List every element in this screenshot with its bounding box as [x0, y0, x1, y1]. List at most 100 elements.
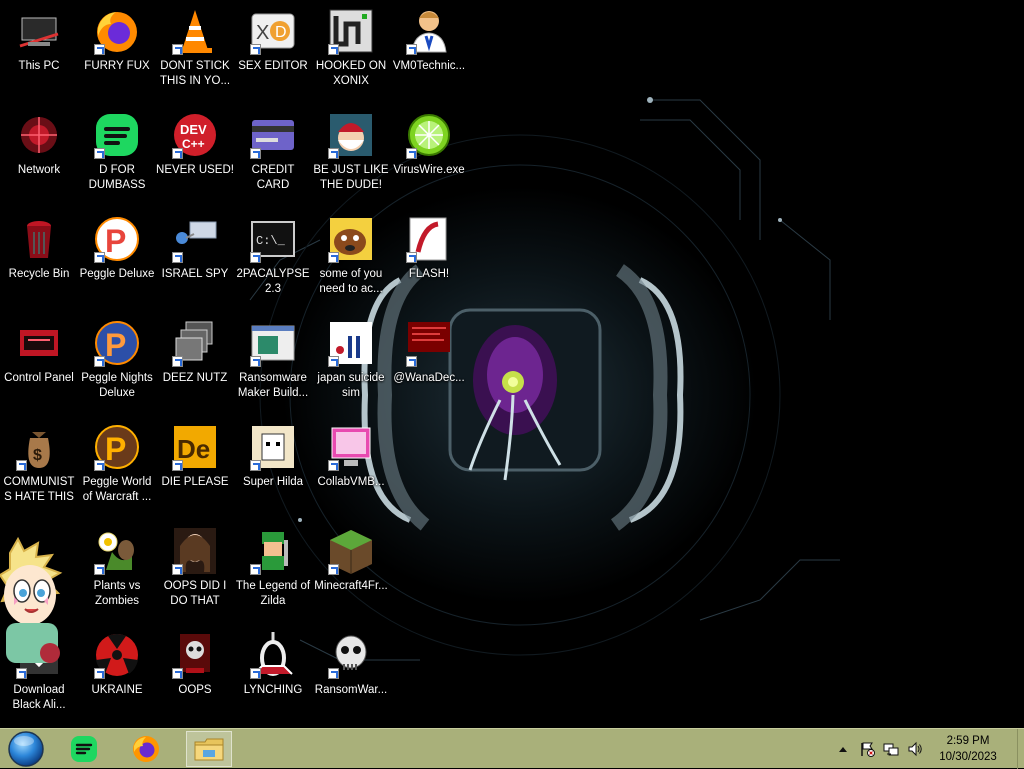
- desktop-icon[interactable]: CollabVMB...: [312, 416, 390, 520]
- desktop-icon[interactable]: DONT STICK THIS IN YO...: [156, 0, 234, 104]
- desktop-icon[interactable]: P Peggle Nights Deluxe: [78, 312, 156, 416]
- shortcut-arrow-icon: [328, 564, 339, 575]
- shortcut-arrow-icon: [94, 44, 105, 55]
- desktop-icon[interactable]: VirusWire.exe: [390, 104, 468, 208]
- desktop-icon[interactable]: CREDIT CARD CHECKER: [234, 104, 312, 208]
- desktop-icon[interactable]: @WanaDec...: [390, 312, 468, 416]
- desktop-icon-label: 2PACALYPSE 2.3: [236, 268, 310, 295]
- start-orb-icon: [8, 731, 44, 767]
- desktop[interactable]: This PC FURRY FUX DONT STICK THIS IN YO...…: [0, 0, 1024, 728]
- file-explorer-taskbar-icon: [194, 738, 224, 761]
- desktop-icon[interactable]: HOOKED ON XONIX: [312, 0, 390, 104]
- desktop-icon-label: The Legend of Zilda: [235, 580, 311, 607]
- spy-icon: [170, 214, 220, 264]
- shortcut-arrow-icon: [406, 356, 417, 367]
- network-tray-icon[interactable]: [882, 740, 900, 758]
- start-button[interactable]: [4, 731, 48, 767]
- svg-text:P: P: [105, 431, 126, 467]
- desktop-icon[interactable]: FLASH!: [390, 208, 468, 312]
- ransom-skull-icon: [326, 630, 376, 680]
- desktop-icon[interactable]: DEEZ NUTZ: [156, 312, 234, 416]
- desktop-icon[interactable]: UKRAINE: [78, 624, 156, 728]
- vlc-cone-icon: [170, 6, 220, 56]
- desktop-icon-label: VM0Technic...: [392, 60, 466, 72]
- peggle-icon: P: [92, 214, 142, 264]
- desktop-icon[interactable]: Ransomware Maker Build...: [234, 312, 312, 416]
- control-panel-icon: [14, 318, 64, 368]
- shortcut-arrow-icon: [172, 148, 183, 159]
- money-bag-icon: $: [14, 422, 64, 472]
- desktop-icon[interactable]: RansomWar...: [312, 624, 390, 728]
- shortcut-arrow-icon: [250, 44, 261, 55]
- app-window-icon: [248, 318, 298, 368]
- desktop-icon[interactable]: P Peggle World of Warcraft ...: [78, 416, 156, 520]
- desktop-icon[interactable]: FURRY FUX: [78, 0, 156, 104]
- shortcut-arrow-icon: [250, 564, 261, 575]
- desktop-icon[interactable]: Plants vs Zombies: [78, 520, 156, 624]
- desktop-icon[interactable]: The Legend of Zilda: [234, 520, 312, 624]
- minecraft-icon: [326, 526, 376, 576]
- desktop-icon-label: RansomWar...: [314, 684, 388, 696]
- shortcut-arrow-icon: [172, 564, 183, 575]
- desktop-icon[interactable]: Recycle Bin: [0, 208, 78, 312]
- desktop-icon[interactable]: Network: [0, 104, 78, 208]
- desktop-icon[interactable]: This PC: [0, 0, 78, 104]
- clock[interactable]: 2:59 PM 10/30/2023: [933, 733, 1003, 765]
- desktop-icon[interactable]: some of you need to ac...: [312, 208, 390, 312]
- desktop-icon[interactable]: OOPS DID I DO THAT: [156, 520, 234, 624]
- desktop-icon[interactable]: ISRAEL SPY: [156, 208, 234, 312]
- desktop-icon[interactable]: C:\_ 2PACALYPSE 2.3: [234, 208, 312, 312]
- desktop-icon[interactable]: japan suicide sim: [312, 312, 390, 416]
- notification-area: 2:59 PM 10/30/2023: [831, 729, 1024, 769]
- desktop-icon-label: ISRAEL SPY: [161, 268, 229, 280]
- desktop-icon-label: Download Black Ali...: [12, 684, 66, 711]
- de-icon: De: [170, 422, 220, 472]
- shortcut-arrow-icon: [406, 148, 417, 159]
- desktop-icon-label: Peggle Nights Deluxe: [81, 372, 153, 399]
- file-explorer-taskbar-button[interactable]: [186, 731, 232, 767]
- firefox-taskbar-button[interactable]: [126, 731, 166, 767]
- windows-stack-icon: [170, 318, 220, 368]
- svg-text:C:\_: C:\_: [256, 234, 286, 248]
- desktop-icon[interactable]: Control Panel: [0, 312, 78, 416]
- svg-text:C++: C++: [182, 137, 205, 151]
- desktop-icon-label: HOOKED ON XONIX: [315, 60, 387, 87]
- dog-icon: [326, 214, 376, 264]
- desktop-icon[interactable]: DEV C++ NEVER USED!: [156, 104, 234, 208]
- shortcut-arrow-icon: [406, 44, 417, 55]
- action-center-flag-icon[interactable]: [858, 740, 876, 758]
- shortcut-arrow-icon: [328, 44, 339, 55]
- desktop-icon[interactable]: X D SEX EDITOR: [234, 0, 312, 104]
- desktop-icon[interactable]: Super Hilda: [234, 416, 312, 520]
- shortcut-arrow-icon: [172, 252, 183, 263]
- desktop-icon[interactable]: D FOR DUMBASS: [78, 104, 156, 208]
- desktop-icon[interactable]: BE JUST LIKE THE DUDE!: [312, 104, 390, 208]
- desktop-icon[interactable]: $ COMMUNISTS HATE THIS G...: [0, 416, 78, 520]
- credit-card-icon: [248, 110, 298, 160]
- desktop-icon[interactable]: De DIE PLEASE: [156, 416, 234, 520]
- desktop-icon[interactable]: VM0Technic...: [390, 0, 468, 104]
- taskbar: 2:59 PM 10/30/2023: [0, 728, 1024, 769]
- shortcut-arrow-icon: [172, 356, 183, 367]
- volume-icon[interactable]: [906, 740, 924, 758]
- desktop-icon-label: COMMUNISTS HATE THIS G...: [3, 476, 75, 503]
- desktop-icon[interactable]: OOPS: [156, 624, 234, 728]
- desktop-icon-label: FURRY FUX: [84, 60, 150, 72]
- desktop-icon-label: OOPS DID I DO THAT: [163, 580, 227, 607]
- desktop-icon-label: CREDIT CARD CHECKER: [251, 164, 295, 191]
- noose-icon: [248, 630, 298, 680]
- limewire-icon: [404, 110, 454, 160]
- desktop-icon-label: Peggle World of Warcraft ...: [82, 476, 152, 503]
- radiation-icon: [92, 630, 142, 680]
- show-hidden-icon[interactable]: [834, 740, 852, 758]
- desktop-icon[interactable]: LYNCHING: [234, 624, 312, 728]
- shortcut-arrow-icon: [172, 460, 183, 471]
- desktop-icon-label: SEX EDITOR: [238, 60, 308, 72]
- desktop-icon[interactable]: P Peggle Deluxe: [78, 208, 156, 312]
- shortcut-arrow-icon: [250, 148, 261, 159]
- show-desktop-button[interactable]: [1017, 729, 1024, 769]
- spotify-taskbar-button[interactable]: [64, 731, 104, 767]
- pvz-icon: [92, 526, 142, 576]
- shortcut-arrow-icon: [172, 668, 183, 679]
- desktop-icon[interactable]: Minecraft4Fr...: [312, 520, 390, 624]
